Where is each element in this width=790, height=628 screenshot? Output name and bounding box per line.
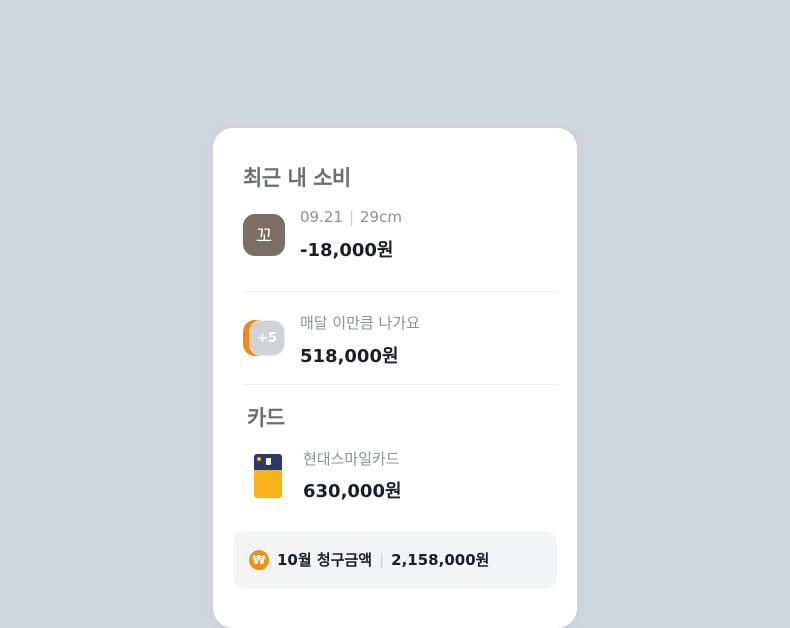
bill-label: 10월 청구금액	[277, 551, 373, 569]
recent-spending-title: 최근 내 소비	[243, 166, 351, 190]
credit-card-icon	[254, 454, 282, 498]
card-logo-dot	[257, 457, 261, 461]
monthly-spending-row[interactable]: +5 매달 이만큼 나가요 518,000원	[243, 312, 559, 372]
bill-separator: |	[379, 551, 385, 569]
monthly-bill-box[interactable]: ₩ 10월 청구금액 | 2,158,000원	[233, 531, 557, 589]
transaction-date: 09.21	[300, 208, 343, 226]
card-name: 현대스마일카드	[303, 450, 400, 468]
transaction-meta: 09.21 | 29cm	[300, 208, 402, 226]
card-chip	[266, 458, 271, 465]
transaction-amount: -18,000원	[300, 240, 394, 261]
latest-transaction-row[interactable]: 꼬 09.21 | 29cm -18,000원	[243, 208, 559, 268]
stack-icon: +5	[243, 320, 285, 356]
card-row[interactable]: 현대스마일카드 630,000원	[243, 446, 559, 506]
divider	[243, 291, 559, 292]
cards-title: 카드	[247, 406, 285, 430]
stacked-icons: +5	[243, 320, 285, 362]
won-coin-icon: ₩	[249, 550, 269, 570]
meta-separator: |	[348, 208, 355, 226]
merchant-icon-wrapper: 꼬	[243, 214, 285, 256]
transaction-merchant: 29cm	[360, 208, 402, 226]
bill-summary: 10월 청구금액 | 2,158,000원	[277, 550, 489, 570]
spending-card: 최근 내 소비 꼬 09.21 | 29cm -18,000원 +5 매달 이만큼 …	[213, 128, 577, 628]
bill-amount: 2,158,000원	[391, 551, 490, 569]
divider	[243, 384, 559, 385]
card-amount: 630,000원	[303, 481, 402, 502]
more-count-badge: +5	[249, 320, 285, 356]
monthly-amount: 518,000원	[300, 346, 399, 367]
merchant-logo-icon: 꼬	[243, 214, 285, 256]
monthly-label: 매달 이만큼 나가요	[300, 314, 420, 332]
